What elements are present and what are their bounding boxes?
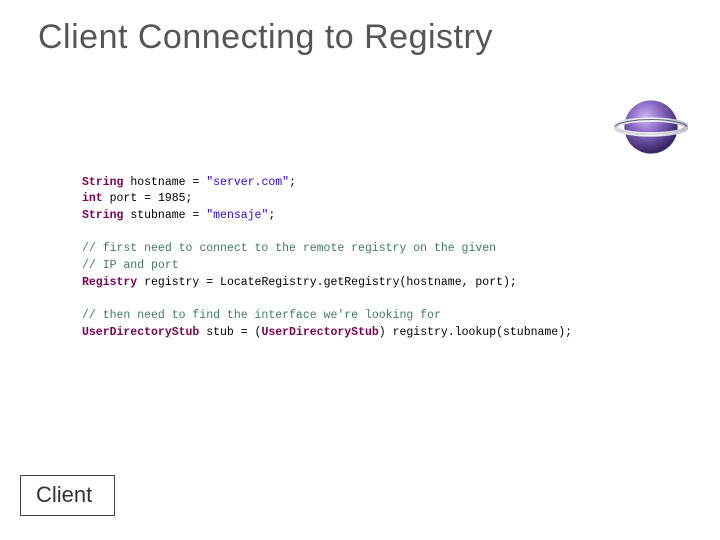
- client-label-box: Client: [20, 475, 115, 516]
- code-keyword: String: [82, 176, 123, 189]
- code-text: ;: [268, 209, 275, 222]
- code-block: String hostname = "server.com"; int port…: [82, 158, 572, 341]
- code-text: hostname =: [123, 176, 206, 189]
- code-text: ;: [186, 192, 193, 205]
- code-comment: // then need to find the interface we're…: [82, 309, 441, 322]
- code-keyword: UserDirectoryStub: [82, 326, 199, 339]
- code-text: (hostname, port);: [399, 276, 516, 289]
- code-keyword: UserDirectoryStub: [261, 326, 378, 339]
- code-text: ;: [289, 176, 296, 189]
- code-comment: // IP and port: [82, 259, 179, 272]
- eclipse-logo: [614, 90, 688, 164]
- code-text: stub = (: [199, 326, 261, 339]
- code-keyword: String: [82, 209, 123, 222]
- code-keyword: int: [82, 192, 103, 205]
- eclipse-icon: [614, 90, 688, 164]
- code-string: "mensaje": [206, 209, 268, 222]
- code-comment: // first need to connect to the remote r…: [82, 242, 496, 255]
- slide-title: Client Connecting to Registry: [38, 18, 493, 57]
- code-call: LocateRegistry.getRegistry: [220, 276, 399, 289]
- code-text: ) registry.lookup(stubname);: [379, 326, 572, 339]
- code-text: registry =: [137, 276, 220, 289]
- code-number: 1985: [158, 192, 186, 205]
- code-text: stubname =: [123, 209, 206, 222]
- code-string: "server.com": [206, 176, 289, 189]
- code-text: port =: [103, 192, 158, 205]
- code-keyword: Registry: [82, 276, 137, 289]
